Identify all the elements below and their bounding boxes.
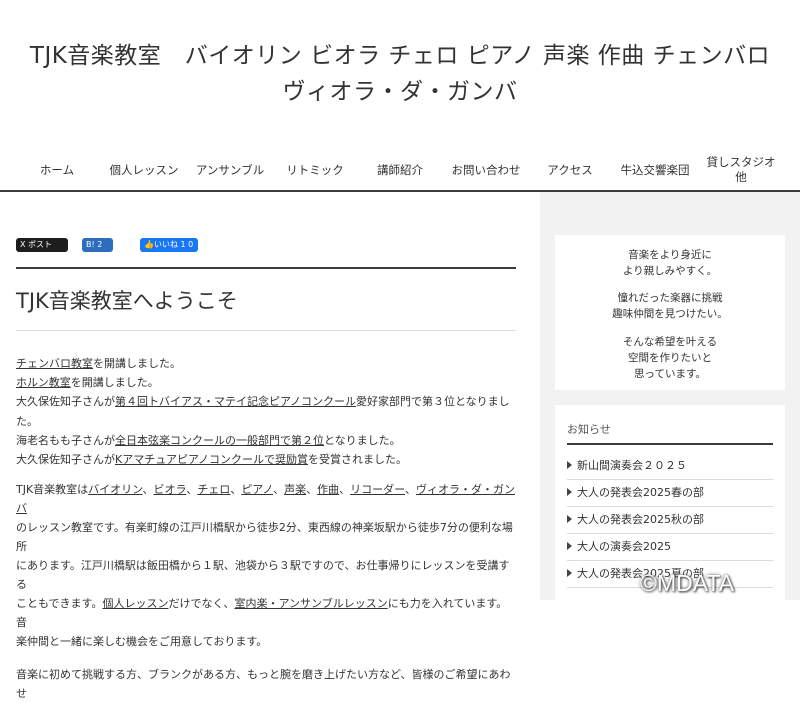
horn-class-link[interactable]: ホルン教室 [16,376,71,389]
nav-rhythmic[interactable]: リトミック [278,150,352,190]
notice-title: お知らせ [567,423,611,436]
notice-item[interactable]: 新山間演奏会２０２５ [567,453,773,480]
site-title[interactable]: TJK音楽教室 バイオリン ビオラ チェロ ピアノ 声楽 作曲 チェンバロ ヴィ… [0,38,800,110]
intro-paragraph: TJK音楽教室はバイオリン、ビオラ、チェロ、ピアノ、声楽、作曲、リコーダー、ヴィ… [16,483,515,648]
x-post-button[interactable]: X ポスト [16,238,68,252]
recorder-link[interactable]: リコーダー [350,483,405,496]
violin-link[interactable]: バイオリン [88,483,142,496]
harpsichord-class-link[interactable]: チェンバロ教室 [16,357,93,370]
intro-text: TJK音楽教室はバイオリン、ビオラ、チェロ、ピアノ、声楽、作曲、リコーダー、ヴィ… [16,480,516,703]
hatena-bookmark-button[interactable]: B! 2 [82,238,113,252]
triangle-bullet-icon [567,569,572,577]
sidebar-message-box: 音楽をより身近に より親しみやすく。 憧れだった楽器に挑戦 趣味仲間を見つけたい… [555,235,785,390]
sidebar-message: そんな希望を叶える 空間を作りたいと 思っています。 [622,336,718,380]
nav-ushigome-orchestra[interactable]: 牛込交響楽団 [614,150,696,190]
ensemble-lesson-link[interactable]: 室内楽・アンサンブルレッスン [234,597,387,610]
news-line: 大久保佐知子さんが第４回トバイアス・マテイ記念ピアノコンクール愛好家部門で第３位… [16,395,510,428]
facebook-like-button[interactable]: 👍いいね 1 0 [140,238,198,252]
news-line: チェンバロ教室を開講しました。 [16,357,181,370]
watermark: ©MDATA [640,570,735,596]
news-list: チェンバロ教室を開講しました。 ホルン教室を開講しました。 大久保佐知子さんが第… [16,354,516,469]
thumbs-up-icon: 👍 [144,240,154,249]
site-title-line1[interactable]: TJK音楽教室 バイオリン ビオラ チェロ ピアノ 声楽 作曲 チェンバロ [0,38,800,74]
viola-link[interactable]: ビオラ [154,483,187,496]
notice-item[interactable]: 大人の発表会2025春の部 [567,480,773,507]
intro-paragraph: 音楽に初めて挑戦する方、ブランクがある方、もっと腕を磨き上げたい方など、皆様のご… [16,668,511,700]
piano-link[interactable]: ピアノ [241,483,273,496]
notice-divider [567,443,773,445]
heading-divider [16,330,516,331]
individual-lesson-link[interactable]: 個人レッスン [102,597,168,610]
notice-item[interactable]: 大人の演奏会2025 [567,534,773,561]
nav-private-lesson[interactable]: 個人レッスン [104,150,184,190]
news-line: 大久保佐知子さんがKアマチュアピアノコンクールで奨励賞を受賞されました。 [16,453,408,467]
nav-studio-rental[interactable]: 貸しスタジオ他 [703,150,779,190]
matthay-competition-link[interactable]: 第４回トバイアス・マテイ記念ピアノコンクール [115,395,356,408]
notice-item[interactable]: 大人の発表会2025秋の部 [567,507,773,534]
nav-access[interactable]: アクセス [538,150,602,190]
site-header: TJK音楽教室 バイオリン ビオラ チェロ ピアノ 声楽 作曲 チェンバロ ヴィ… [0,0,800,192]
triangle-bullet-icon [567,461,572,469]
vocal-link[interactable]: 声楽 [284,483,306,496]
nav-ensemble[interactable]: アンサンブル [190,150,270,190]
news-line: ホルン教室を開講しました。 [16,376,159,390]
news-line: 海老名もも子さんが全日本弦楽コンクールの一般部門で第２位となりました。 [16,433,401,447]
triangle-bullet-icon [567,542,572,550]
string-competition-link[interactable]: 全日本弦楽コンクールの一般部門で第２位 [115,434,324,447]
nav-contact[interactable]: お問い合わせ [446,150,526,190]
triangle-bullet-icon [567,515,572,523]
nav-instructors[interactable]: 講師紹介 [366,150,434,190]
global-nav: ホーム 個人レッスン アンサンブル リトミック 講師紹介 お問い合わせ アクセス… [0,150,800,190]
cello-link[interactable]: チェロ [197,483,230,496]
composition-link[interactable]: 作曲 [317,483,339,496]
nav-home[interactable]: ホーム [22,150,92,190]
k-amateur-competition-link[interactable]: Kアマチュアピアノコンクールで奨励賞 [115,453,308,466]
sidebar-message: 音楽をより身近に より親しみやすく。 [622,249,718,277]
site-title-line2[interactable]: ヴィオラ・ダ・ガンバ [0,74,800,110]
page-title: TJK音楽教室へようこそ [16,289,238,313]
sidebar-message: 憧れだった楽器に挑戦 趣味仲間を見つけたい。 [612,292,728,320]
triangle-bullet-icon [567,488,572,496]
main-divider [16,267,516,269]
